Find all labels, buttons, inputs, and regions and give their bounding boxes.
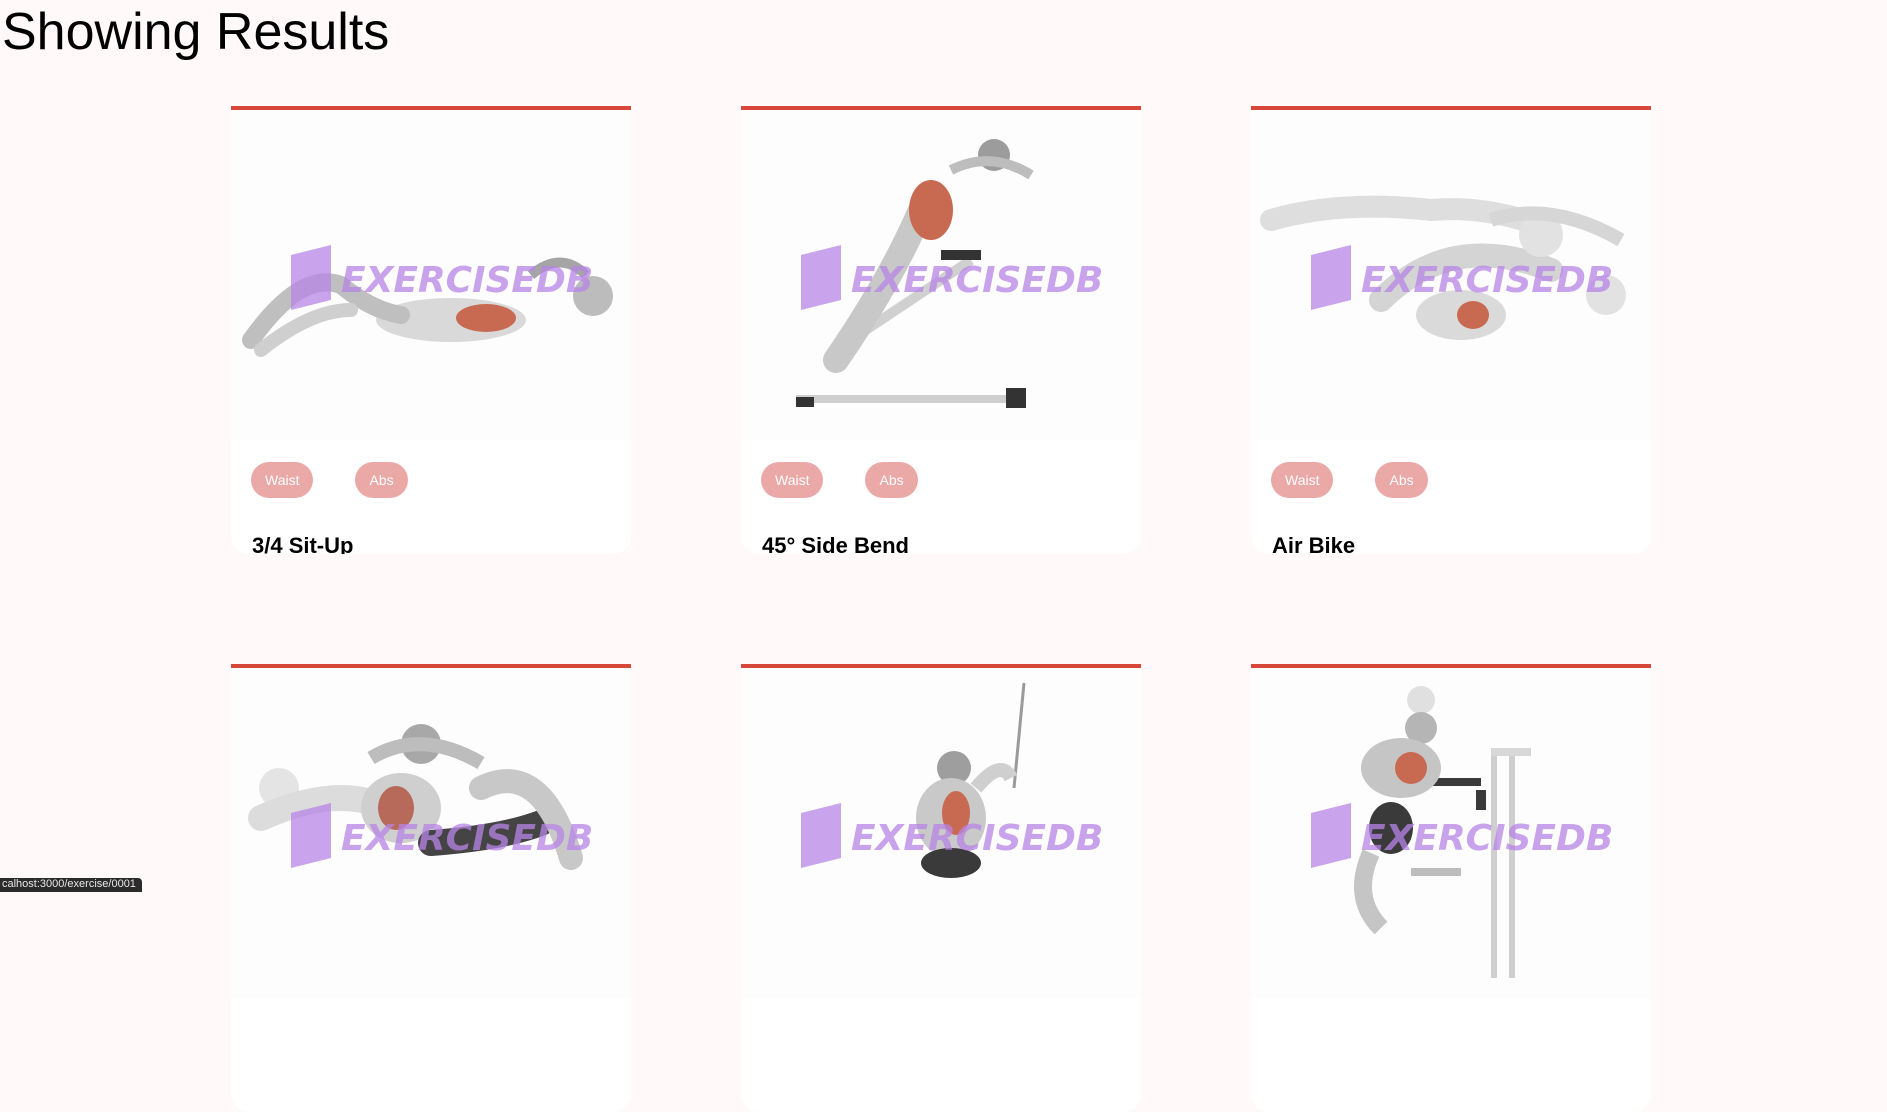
tag-target[interactable]: Abs	[1375, 462, 1428, 498]
exercise-image: EXERCISEDB	[741, 668, 1141, 998]
exercise-card[interactable]: EXERCISEDB	[1251, 664, 1651, 1112]
exercise-card[interactable]: EXERCISEDB Waist Abs Air Bike	[1251, 106, 1651, 554]
watermark-logo: EXERCISEDB	[1311, 803, 1613, 868]
svg-text:EXERCISEDB: EXERCISEDB	[851, 260, 1103, 301]
exercise-image: EXERCISEDB	[231, 110, 631, 440]
svg-text:EXERCISEDB: EXERCISEDB	[1361, 818, 1613, 859]
exercise-card[interactable]: EXERCISEDB	[231, 664, 631, 1112]
tag-list: Waist Abs	[251, 462, 408, 498]
tag-list: Waist Abs	[1271, 462, 1428, 498]
tag-body-part[interactable]: Waist	[761, 462, 824, 498]
exercise-image: EXERCISEDB	[1251, 668, 1651, 998]
tag-body-part[interactable]: Waist	[1271, 462, 1334, 498]
watermark-logo: EXERCISEDB	[801, 803, 1103, 868]
watermark-logo: EXERCISEDB	[801, 245, 1103, 310]
watermark-logo: EXERCISEDB	[1311, 245, 1613, 310]
svg-text:EXERCISEDB: EXERCISEDB	[851, 818, 1103, 859]
svg-text:EXERCISEDB: EXERCISEDB	[341, 260, 593, 301]
page-title: Showing Results	[2, 3, 390, 61]
exercise-name: 45° Side Bend	[762, 533, 909, 554]
watermark-logo: EXERCISEDB	[291, 245, 593, 310]
exercise-grid: EXERCISEDB Waist Abs 3/4 Sit-Up EXERCISE…	[231, 106, 1651, 1112]
exercise-image: EXERCISEDB	[231, 668, 631, 998]
exercise-image: EXERCISEDB	[1251, 110, 1651, 440]
tag-target[interactable]: Abs	[355, 462, 408, 498]
exercise-name: 3/4 Sit-Up	[252, 533, 354, 554]
svg-text:EXERCISEDB: EXERCISEDB	[1361, 260, 1613, 301]
tag-list: Waist Abs	[761, 462, 918, 498]
watermark-logo: EXERCISEDB	[291, 803, 593, 868]
tag-target[interactable]: Abs	[865, 462, 918, 498]
svg-text:EXERCISEDB: EXERCISEDB	[341, 818, 593, 859]
exercise-card[interactable]: EXERCISEDB Waist Abs 45° Side Bend	[741, 106, 1141, 554]
exercise-image: EXERCISEDB	[741, 110, 1141, 440]
exercise-name: Air Bike	[1272, 533, 1356, 554]
exercise-card[interactable]: EXERCISEDB Waist Abs 3/4 Sit-Up	[231, 106, 631, 554]
tag-body-part[interactable]: Waist	[251, 462, 314, 498]
exercise-card[interactable]: EXERCISEDB	[741, 664, 1141, 1112]
